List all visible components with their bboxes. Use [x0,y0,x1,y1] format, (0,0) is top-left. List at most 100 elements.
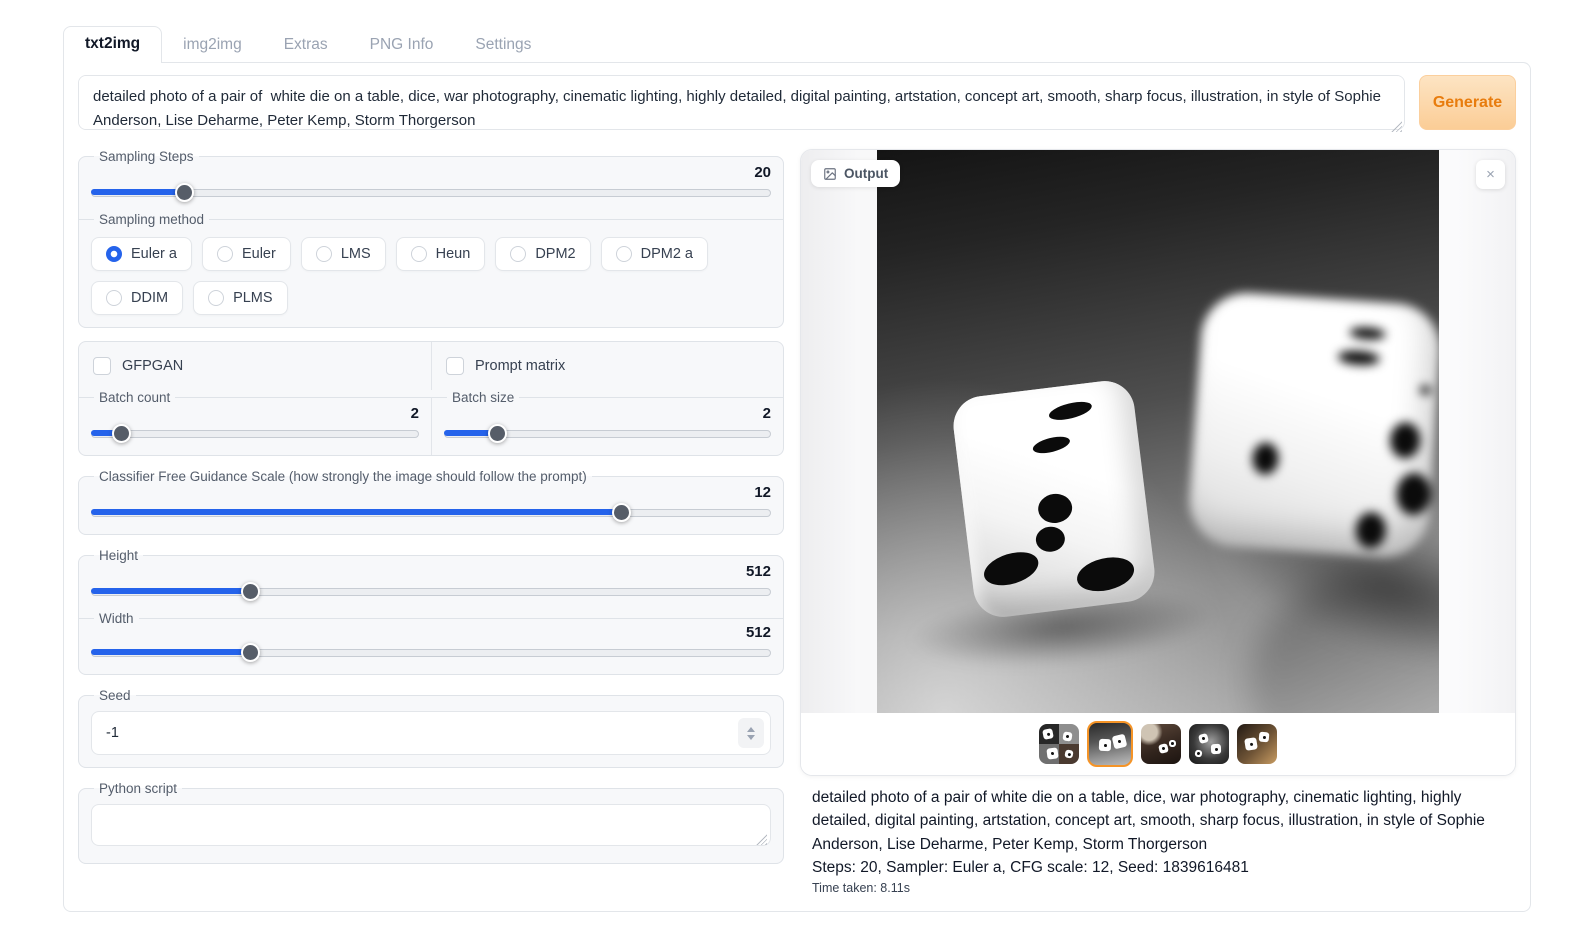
thumbnail-3[interactable] [1141,724,1181,764]
radio-label: DPM2 [535,246,575,262]
output-tag-label: Output [844,166,888,181]
radio-ddim[interactable]: DDIM [91,281,183,315]
radio-dpm2-a[interactable]: DPM2 a [601,237,708,271]
radio-icon [217,246,233,262]
mini-die [1112,734,1128,750]
radio-icon [411,246,427,262]
radio-icon [106,290,122,306]
cfg-scale-slider-handle[interactable] [612,503,631,522]
python-script-label: Python script [94,781,182,796]
tab-bar: txt2img img2img Extras PNG Info Settings [63,27,1531,62]
gfpgan-checkbox[interactable]: GFPGAN [79,342,431,390]
prompt-row: detailed photo of a pair of white die on… [78,75,1516,135]
radio-icon [208,290,224,306]
sampling-method-group-box: Sampling method Euler a Euler LMS Heun DPM2 D… [79,212,783,327]
mini-die [1158,743,1169,754]
sampling-steps-slider[interactable] [91,182,771,202]
batch-count-slider[interactable] [91,423,419,443]
batch-size-slider-handle[interactable] [488,424,507,443]
output-card: Output × [800,149,1516,776]
width-group: Width 512 [79,611,783,674]
thumbnail-4[interactable] [1189,724,1229,764]
radio-label: Euler [242,246,276,262]
sampling-steps-label: Sampling Steps [94,149,199,164]
height-slider[interactable] [91,581,771,601]
stepper-down-icon[interactable] [747,735,755,740]
sampling-steps-slider-handle[interactable] [175,183,194,202]
tab-settings[interactable]: Settings [454,28,552,62]
output-tag: Output [811,160,900,187]
info-time-text: Time taken: 8.11s [812,881,1514,895]
batch-count-slider-handle[interactable] [112,424,131,443]
prompt-input[interactable]: detailed photo of a pair of white die on… [78,75,1405,130]
width-slider[interactable] [91,642,771,662]
cfg-scale-value: 12 [91,484,771,502]
mini-die [1062,731,1072,741]
mini-die [1244,737,1258,751]
stepper-up-icon[interactable] [747,727,755,732]
batch-count-label: Batch count [94,390,175,405]
radio-euler-a[interactable]: Euler a [91,237,192,271]
mini-die [1211,744,1221,754]
prompt-matrix-checkbox[interactable]: Prompt matrix [431,342,783,390]
generation-info: detailed photo of a pair of white die on… [800,776,1516,895]
radio-label: LMS [341,246,371,262]
generate-button[interactable]: Generate [1419,75,1516,130]
radio-label: PLMS [233,290,273,306]
seed-stepper[interactable] [738,718,764,748]
batch-size-group: Batch size 2 [431,390,783,455]
checkbox-icon [93,357,111,375]
radio-label: Heun [436,246,471,262]
batch-size-slider[interactable] [444,423,771,443]
thumbnail-2[interactable] [1087,721,1133,767]
sampling-steps-value: 20 [91,164,771,182]
width-value: 512 [91,624,771,642]
radio-heun[interactable]: Heun [396,237,486,271]
options-batch-group: GFPGAN Prompt matrix Batch count 2 [78,341,784,456]
radio-plms[interactable]: PLMS [193,281,288,315]
gfpgan-label: GFPGAN [122,358,183,374]
sampling-steps-group: Sampling Steps 20 Sampling method Euler … [78,149,784,328]
thumbnail-1[interactable] [1039,724,1079,764]
batch-size-label: Batch size [447,390,519,405]
radio-icon [616,246,632,262]
tab-png-info[interactable]: PNG Info [349,28,455,62]
radio-icon [316,246,332,262]
mini-die [1099,739,1111,751]
sampling-method-group: Euler a Euler LMS Heun DPM2 DPM2 a DDIM PLMS [91,237,771,315]
prompt-wrap: detailed photo of a pair of white die on… [78,75,1405,135]
cfg-scale-slider[interactable] [91,502,771,522]
thumbnail-5[interactable] [1237,724,1277,764]
output-preview[interactable]: Output × [801,150,1515,713]
image-icon [823,167,837,181]
radio-dpm2[interactable]: DPM2 [495,237,590,271]
seed-group: Seed [78,688,784,768]
blurred-die [1186,290,1439,560]
tab-txt2img[interactable]: txt2img [63,26,162,63]
output-gallery [801,713,1515,775]
focused-die [950,378,1158,621]
width-label: Width [94,611,139,626]
mini-die [1042,728,1054,740]
batch-count-group: Batch count 2 [79,390,431,455]
seed-input[interactable] [91,711,771,755]
radio-lms[interactable]: LMS [301,237,386,271]
radio-euler[interactable]: Euler [202,237,291,271]
radio-label: DPM2 a [641,246,693,262]
mini-die [1064,749,1073,758]
close-output-button[interactable]: × [1476,160,1505,189]
generated-image[interactable] [877,150,1439,713]
tab-img2img[interactable]: img2img [162,28,263,62]
info-params-text: Steps: 20, Sampler: Euler a, CFG scale: … [812,856,1514,879]
sampling-method-label: Sampling method [94,212,209,227]
width-slider-handle[interactable] [241,643,260,662]
height-slider-handle[interactable] [241,582,260,601]
mini-die [1259,732,1270,743]
info-prompt-text: detailed photo of a pair of white die on… [812,786,1512,856]
mini-die [1194,749,1202,757]
python-script-input[interactable] [91,804,771,846]
checkbox-icon [446,357,464,375]
tab-extras[interactable]: Extras [263,28,349,62]
radio-label: Euler a [131,246,177,262]
height-group: Height 512 Width 512 [78,548,784,675]
